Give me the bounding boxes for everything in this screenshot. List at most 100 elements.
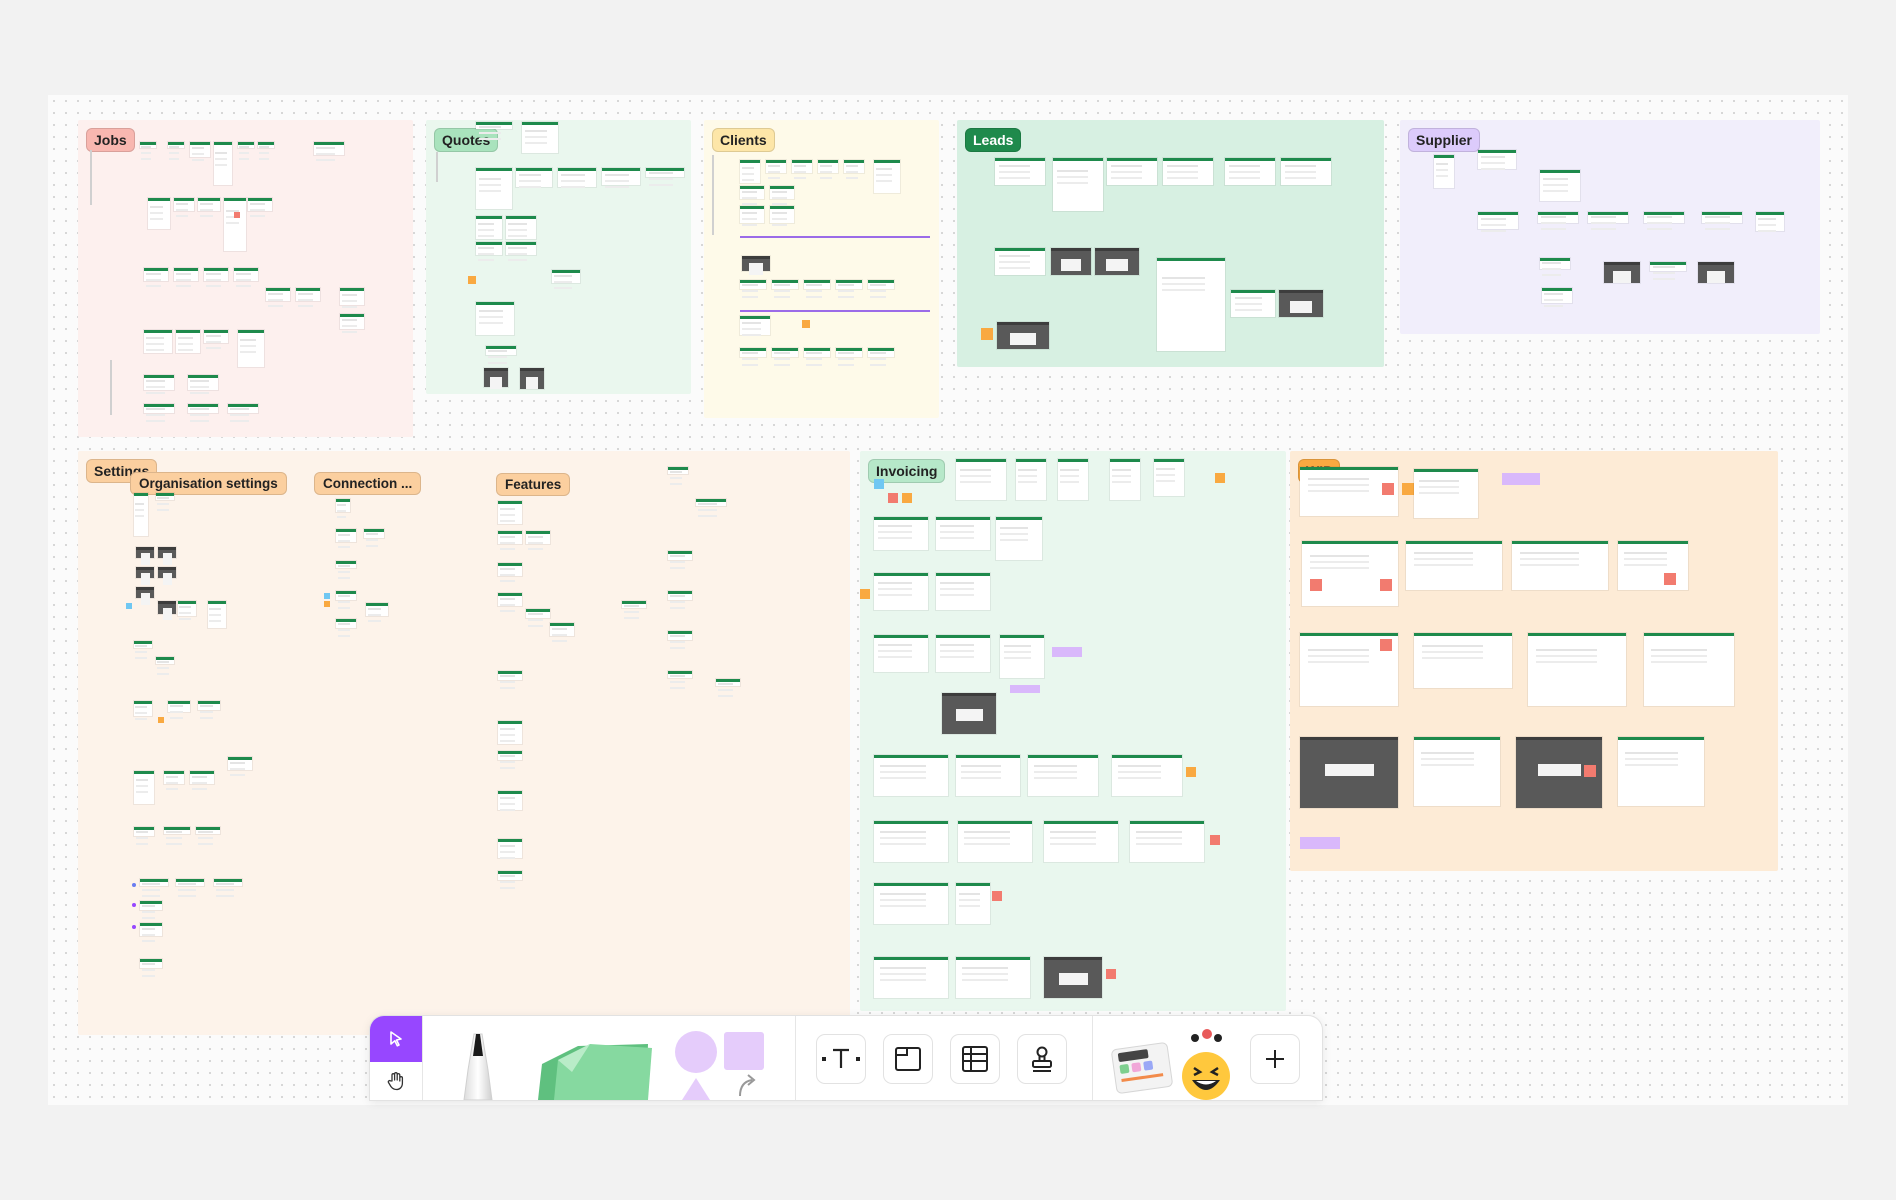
screen-frame[interactable] xyxy=(140,879,168,886)
screen-frame[interactable] xyxy=(1702,212,1742,223)
screen-frame[interactable] xyxy=(134,701,152,716)
screen-frame[interactable] xyxy=(792,160,812,173)
screen-frame[interactable] xyxy=(1130,821,1204,862)
screen-frame[interactable] xyxy=(136,587,154,605)
text-tool[interactable] xyxy=(816,1034,866,1084)
screen-frame[interactable] xyxy=(144,375,174,390)
screen-frame[interactable] xyxy=(168,701,190,712)
screen-frame[interactable] xyxy=(1051,248,1091,275)
screen-frame[interactable] xyxy=(936,635,990,672)
screen-frame[interactable] xyxy=(140,923,162,936)
screen-frame[interactable] xyxy=(874,821,948,862)
section-supplier[interactable]: Supplier xyxy=(1400,120,1820,334)
screen-frame[interactable] xyxy=(740,206,764,223)
sticky-note[interactable] xyxy=(902,493,912,503)
screen-frame[interactable] xyxy=(158,601,176,620)
section-label-connection[interactable]: Connection ... xyxy=(314,472,422,495)
screen-frame[interactable] xyxy=(1756,212,1784,231)
screen-frame[interactable] xyxy=(188,404,218,413)
screen-frame[interactable] xyxy=(668,467,688,474)
screen-frame[interactable] xyxy=(874,573,928,610)
screen-frame[interactable] xyxy=(1414,737,1500,806)
sticky-note[interactable] xyxy=(874,479,884,489)
screen-frame[interactable] xyxy=(1154,459,1184,496)
section-label-features[interactable]: Features xyxy=(496,473,571,496)
screen-frame[interactable] xyxy=(1604,262,1640,284)
screen-frame[interactable] xyxy=(740,186,764,199)
screen-frame[interactable] xyxy=(1698,262,1734,284)
screen-frame[interactable] xyxy=(874,883,948,924)
sticky-note[interactable] xyxy=(1380,579,1392,591)
shape-tool[interactable] xyxy=(670,1030,770,1100)
section-label-supplier[interactable]: Supplier xyxy=(1408,128,1481,152)
sticky-note[interactable] xyxy=(1502,473,1540,485)
screen-frame[interactable] xyxy=(558,168,596,187)
screen-frame[interactable] xyxy=(836,280,862,289)
screen-frame[interactable] xyxy=(336,619,356,628)
screen-frame[interactable] xyxy=(498,593,522,606)
screen-frame[interactable] xyxy=(136,567,154,585)
screen-frame[interactable] xyxy=(740,160,760,183)
screen-frame[interactable] xyxy=(190,142,210,157)
screen-frame[interactable] xyxy=(668,631,692,640)
screen-frame[interactable] xyxy=(997,322,1049,349)
screen-frame[interactable] xyxy=(136,547,154,565)
screen-frame[interactable] xyxy=(995,248,1045,275)
screen-frame[interactable] xyxy=(1650,262,1686,271)
screen-frame[interactable] xyxy=(1528,633,1626,706)
screen-frame[interactable] xyxy=(498,839,522,858)
marker-tool[interactable] xyxy=(450,1030,506,1100)
screen-frame[interactable] xyxy=(874,755,948,796)
sticky-note[interactable] xyxy=(802,320,810,328)
section-label-organisation-settings[interactable]: Organisation settings xyxy=(130,472,287,495)
screen-frame[interactable] xyxy=(770,186,794,199)
screen-frame[interactable] xyxy=(476,122,512,129)
screen-frame[interactable] xyxy=(148,198,170,229)
screen-frame[interactable] xyxy=(198,198,220,211)
screen-frame[interactable] xyxy=(956,755,1020,796)
screen-frame[interactable] xyxy=(156,493,174,500)
screen-frame[interactable] xyxy=(696,499,726,506)
screen-frame[interactable] xyxy=(314,142,344,155)
screen-frame[interactable] xyxy=(874,160,900,193)
sticky-note[interactable] xyxy=(126,603,132,609)
screen-frame[interactable] xyxy=(868,280,894,289)
screen-frame[interactable] xyxy=(668,671,692,678)
section-quotes[interactable]: Quotes xyxy=(426,120,691,394)
screen-frame[interactable] xyxy=(1044,957,1102,998)
screen-frame[interactable] xyxy=(740,316,770,335)
screen-frame[interactable] xyxy=(1028,755,1098,796)
section-invoicing[interactable]: Invoicing xyxy=(860,451,1286,1011)
screen-frame[interactable] xyxy=(366,603,388,616)
hand-tool[interactable] xyxy=(370,1062,422,1100)
screen-frame[interactable] xyxy=(134,493,148,536)
sticky-note-tool[interactable] xyxy=(528,1030,658,1100)
section-leads[interactable]: Leads xyxy=(957,120,1384,367)
screen-frame[interactable] xyxy=(364,529,384,538)
stamp-tool[interactable] xyxy=(1017,1034,1067,1084)
screen-frame[interactable] xyxy=(516,168,552,187)
screen-frame[interactable] xyxy=(1000,635,1044,678)
screen-frame[interactable] xyxy=(956,459,1006,500)
screen-frame[interactable] xyxy=(874,957,948,998)
screen-frame[interactable] xyxy=(1053,158,1103,211)
whiteboard-canvas[interactable]: Jobs Quotes Clients Leads Supplier Setti… xyxy=(48,95,1848,1105)
screen-frame[interactable] xyxy=(506,216,536,239)
screen-frame[interactable] xyxy=(144,404,174,413)
screen-frame[interactable] xyxy=(506,242,536,255)
screen-frame[interactable] xyxy=(1044,821,1118,862)
screen-frame[interactable] xyxy=(340,314,364,329)
screen-frame[interactable] xyxy=(716,679,740,686)
screen-frame[interactable] xyxy=(336,591,356,600)
screen-frame[interactable] xyxy=(995,158,1045,185)
screen-frame[interactable] xyxy=(1618,541,1688,590)
screen-frame[interactable] xyxy=(176,330,200,353)
screen-frame[interactable] xyxy=(140,901,162,910)
screen-frame[interactable] xyxy=(174,198,194,211)
screen-frame[interactable] xyxy=(996,517,1042,560)
screen-frame[interactable] xyxy=(158,547,176,565)
screen-frame[interactable] xyxy=(190,771,214,784)
sticky-note[interactable] xyxy=(888,493,898,503)
section-label-leads[interactable]: Leads xyxy=(965,128,1022,152)
screen-frame[interactable] xyxy=(958,821,1032,862)
